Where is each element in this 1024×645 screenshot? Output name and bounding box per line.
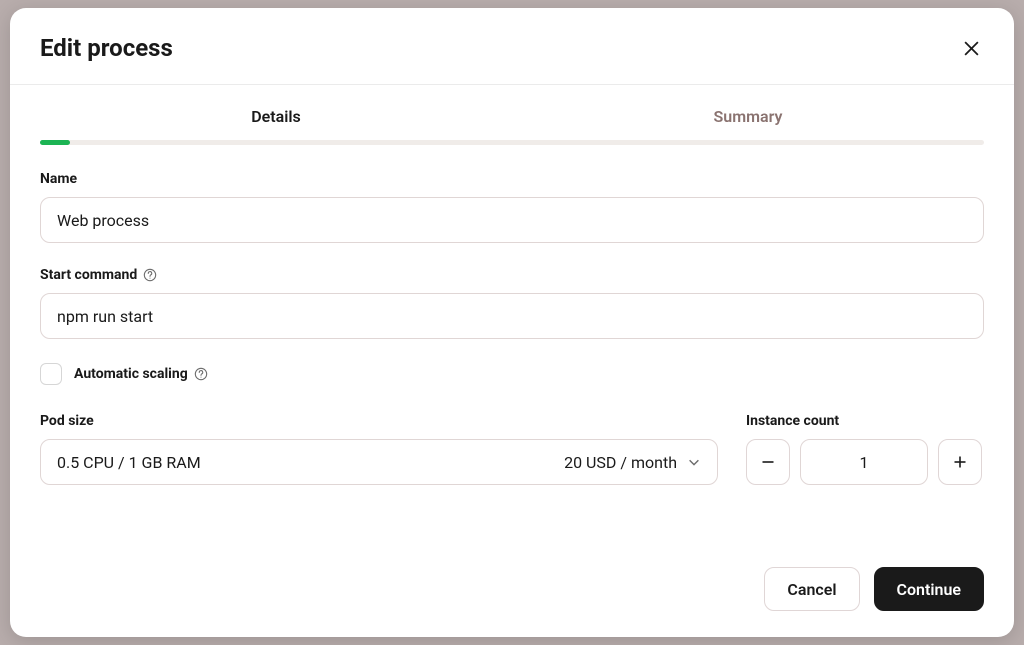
modal-title: Edit process (40, 34, 173, 62)
tab-summary[interactable]: Summary (512, 107, 984, 140)
automatic-scaling-checkbox[interactable] (40, 363, 62, 385)
progress-track (40, 140, 984, 145)
pod-size-column: Pod size 0.5 CPU / 1 GB RAM 20 USD / mon… (40, 413, 718, 485)
tab-summary-label: Summary (714, 107, 783, 126)
start-command-label-text: Start command (40, 267, 137, 283)
start-command-field-group: Start command (40, 267, 984, 339)
pod-size-select[interactable]: 0.5 CPU / 1 GB RAM 20 USD / month (40, 439, 718, 485)
automatic-scaling-label: Automatic scaling (74, 366, 208, 382)
edit-process-modal: Edit process Details Summary Name Start … (10, 8, 1014, 637)
plus-icon (952, 454, 968, 470)
tab-bar: Details Summary (10, 107, 1014, 140)
pod-size-spec: 0.5 CPU / 1 GB RAM (57, 453, 201, 472)
progress-fill (40, 140, 70, 145)
name-field-group: Name (40, 171, 984, 243)
decrement-button[interactable] (746, 439, 790, 485)
pod-size-right: 20 USD / month (564, 453, 701, 472)
close-icon (963, 40, 980, 57)
tab-details-label: Details (251, 107, 301, 126)
start-command-input[interactable] (40, 293, 984, 339)
cancel-button-label: Cancel (787, 580, 836, 599)
modal-footer: Cancel Continue (10, 551, 1014, 637)
chevron-down-icon (687, 455, 701, 469)
help-icon[interactable] (194, 367, 208, 381)
automatic-scaling-row: Automatic scaling (40, 363, 984, 385)
increment-button[interactable] (938, 439, 982, 485)
close-button[interactable] (959, 36, 984, 61)
modal-header: Edit process (10, 8, 1014, 85)
instance-count-stepper (746, 439, 984, 485)
name-input[interactable] (40, 197, 984, 243)
help-icon[interactable] (143, 268, 157, 282)
continue-button-label: Continue (897, 580, 961, 599)
start-command-label: Start command (40, 267, 984, 283)
pod-size-price: 20 USD / month (564, 453, 677, 472)
continue-button[interactable]: Continue (874, 567, 984, 611)
automatic-scaling-label-text: Automatic scaling (74, 366, 188, 382)
pod-size-label: Pod size (40, 413, 718, 429)
modal-content: Name Start command Automatic scaling (10, 145, 1014, 551)
minus-icon (760, 454, 776, 470)
instance-count-label: Instance count (746, 413, 984, 429)
cancel-button[interactable]: Cancel (764, 567, 859, 611)
instance-count-column: Instance count (746, 413, 984, 485)
tab-details[interactable]: Details (40, 107, 512, 140)
name-label: Name (40, 171, 984, 187)
instance-count-input[interactable] (800, 439, 928, 485)
bottom-row: Pod size 0.5 CPU / 1 GB RAM 20 USD / mon… (40, 413, 984, 485)
